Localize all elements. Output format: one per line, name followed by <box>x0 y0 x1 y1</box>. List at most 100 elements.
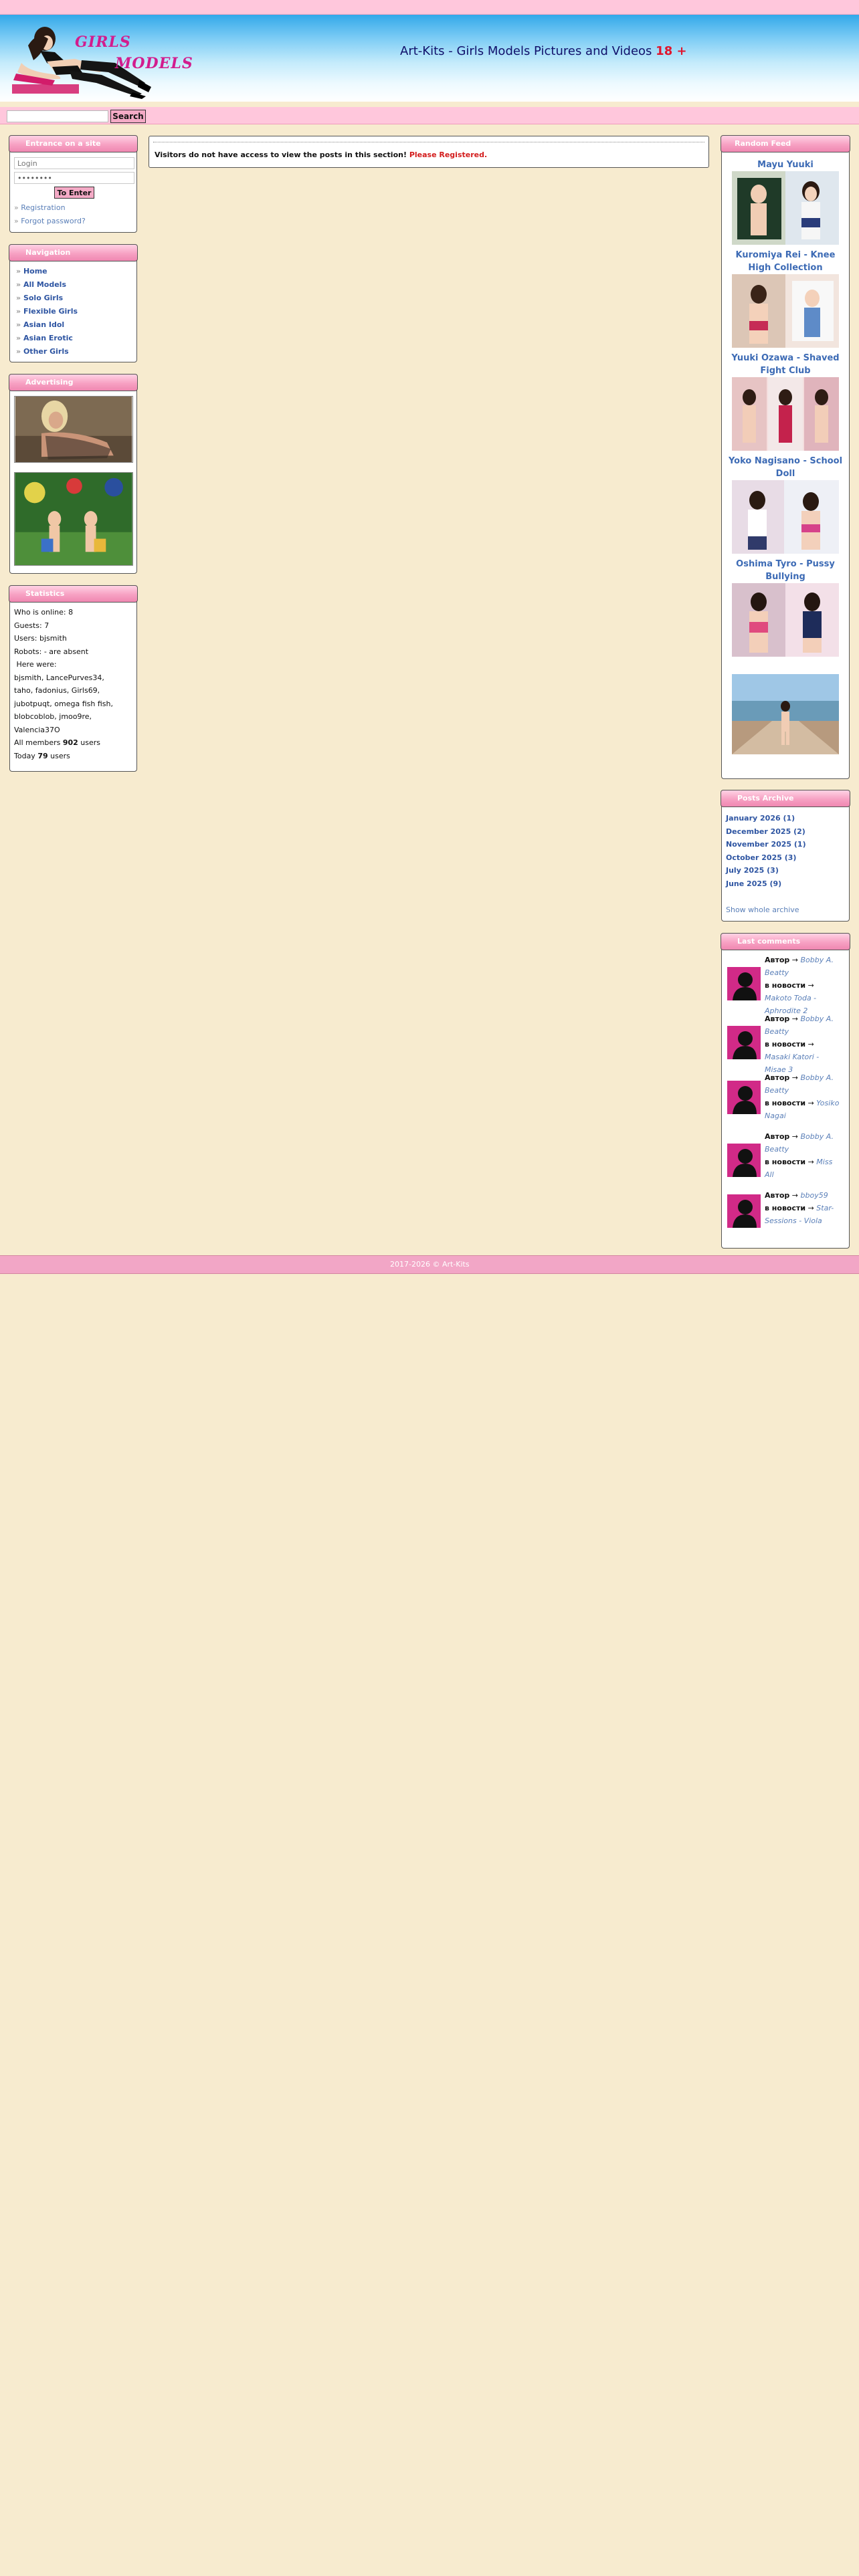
comment-author-link[interactable]: bboy59 <box>801 1191 828 1200</box>
site-title-text: Art-Kits - Girls Models Pictures and Vid… <box>400 44 656 58</box>
random-post-thumbnail[interactable] <box>732 274 839 348</box>
comment-author-label: Автор <box>765 1014 790 1023</box>
nav-item-all-models[interactable]: » All Models <box>16 278 132 292</box>
comment-news-label: в новости <box>765 1099 806 1107</box>
advertising-banner-2[interactable] <box>14 472 133 566</box>
login-block-title: Entrance on a site <box>9 135 138 152</box>
stat-users: Users: bjsmith <box>14 634 67 643</box>
archive-month-link[interactable]: July 2025 (3) <box>726 864 845 877</box>
arrow-icon: → <box>791 1132 798 1141</box>
comment-item: Автор → Bobby A. Beatty в новости → Miss … <box>727 1130 846 1189</box>
stat-visitors: taho, fadonius, Girls69, <box>14 686 100 695</box>
stat-label: users <box>47 751 70 760</box>
copyright-text: 2017-2026 © Art-Kits <box>390 1260 470 1269</box>
archive-month-link[interactable]: January 2026 (1) <box>726 812 845 825</box>
comment-news-label: в новости <box>765 1040 806 1049</box>
access-notice-text: Visitors do not have access to view the … <box>153 142 704 159</box>
forgot-password-label: Forgot password? <box>21 217 86 225</box>
stat-label: Today <box>14 751 38 760</box>
nav-item-asian-erotic[interactable]: » Asian Erotic <box>16 332 132 345</box>
comment-author-label: Автор <box>765 956 790 964</box>
comment-news-label: в новости <box>765 981 806 990</box>
nav-item-asian-idol[interactable]: » Asian Idol <box>16 318 132 332</box>
registration-label: Registration <box>21 203 66 212</box>
comment-item: Автор → Bobby A. Beatty в новости → Yosik… <box>727 1071 846 1130</box>
svg-text:MODELS: MODELS <box>114 55 193 72</box>
stat-visitors: Valencia37O <box>14 725 60 734</box>
comment-text: Автор → Bobby A. Beatty в новости → Yosik… <box>765 1071 842 1122</box>
nav-item-label: Other Girls <box>23 347 69 356</box>
comment-author-label: Автор <box>765 1073 790 1082</box>
nav-item-home[interactable]: » Home <box>16 265 132 278</box>
advertising-banner-1[interactable] <box>14 396 133 463</box>
forgot-password-link[interactable]: » Forgot password? <box>14 215 132 228</box>
comment-text: Автор → Bobby A. Beatty в новости → Makot… <box>765 954 842 1017</box>
logo-text: GIRLS <box>75 33 131 51</box>
comment-news-label: в новости <box>765 1204 806 1212</box>
random-post-thumbnail[interactable] <box>732 583 839 657</box>
comment-text: Автор → bboy59 в новости → Star-Sessions … <box>765 1189 842 1227</box>
site-header: GIRLS MODELS Art-Kits - Girls Models Pic… <box>0 15 859 102</box>
arrow-icon: → <box>791 956 798 964</box>
bullet-icon: » <box>16 267 21 276</box>
stat-visitors: blobcoblob, jmoo9re, <box>14 712 92 721</box>
archive-month-link[interactable]: November 2025 (1) <box>726 838 845 851</box>
stat-today: Today 79 users <box>14 750 132 763</box>
login-submit-button[interactable]: To Enter <box>54 187 94 199</box>
search-button[interactable]: Search <box>110 110 146 123</box>
comment-author-label: Автор <box>765 1191 790 1200</box>
show-whole-archive-link[interactable]: Show whole archive <box>726 903 845 917</box>
registration-link[interactable]: » Registration <box>14 201 132 215</box>
nav-item-solo-girls[interactable]: » Solo Girls <box>16 292 132 305</box>
stat-all-members: All members 902 users <box>14 736 132 750</box>
random-post-title[interactable]: Mayu Yuuki <box>725 158 846 171</box>
stat-value: 902 <box>62 738 78 747</box>
comment-news-label: в новости <box>765 1158 806 1166</box>
nav-item-label: Home <box>23 267 47 276</box>
statistics-block-title: Statistics <box>9 585 138 603</box>
arrow-icon: → <box>791 1073 798 1082</box>
bullet-icon: » <box>16 320 21 329</box>
archive-month-link[interactable]: December 2025 (2) <box>726 825 845 839</box>
comment-author-label: Автор <box>765 1132 790 1141</box>
bullet-icon: » <box>14 203 19 212</box>
arrow-icon: → <box>807 1204 814 1212</box>
last-comments-title: Last comments <box>721 933 850 950</box>
random-feed-title: Random Feed <box>721 135 850 152</box>
site-logo[interactable]: GIRLS MODELS <box>8 19 202 99</box>
comment-item: Автор → bboy59 в новости → Star-Sessions … <box>727 1189 846 1248</box>
last-comments-block: Last comments Автор → Bobby A. Beatty в н… <box>721 933 850 1249</box>
top-strip <box>0 0 859 15</box>
arrow-icon: → <box>807 1158 814 1166</box>
bullet-icon: » <box>16 334 21 342</box>
search-bar: Search <box>0 107 859 124</box>
comments-list: Автор → Bobby A. Beatty в новости → Makot… <box>727 954 846 1248</box>
archive-month-link[interactable]: June 2025 (9) <box>726 877 845 891</box>
navigation-block-title: Navigation <box>9 244 138 261</box>
advertising-block: Advertising <box>9 374 138 574</box>
random-post-thumbnail[interactable] <box>732 377 839 451</box>
stat-visitors: jubotpuqt, omega fish fish, <box>14 699 113 708</box>
random-post-title[interactable]: Oshima Tyro - Pussy Bullying <box>725 558 846 583</box>
arrow-icon: → <box>807 1040 814 1049</box>
nav-item-label: Solo Girls <box>23 294 64 302</box>
comment-text: Автор → Bobby A. Beatty в новости → Miss … <box>765 1130 842 1181</box>
user-avatar-icon <box>727 1026 761 1059</box>
random-feed-block: Random Feed Mayu Yuuki Kuromiya Rei - Kn… <box>721 135 850 779</box>
nav-item-other-girls[interactable]: » Other Girls <box>16 345 132 358</box>
random-post-title[interactable]: Kuromiya Rei - Knee High Collection <box>725 249 846 274</box>
random-post-title[interactable]: Yoko Nagisano - School Doll <box>725 455 846 480</box>
search-input[interactable] <box>7 110 108 122</box>
nav-item-flexible-girls[interactable]: » Flexible Girls <box>16 305 132 318</box>
random-post-thumbnail[interactable] <box>732 171 839 245</box>
password-field[interactable] <box>14 172 134 184</box>
random-post-thumbnail[interactable] <box>732 480 839 554</box>
archive-month-link[interactable]: October 2025 (3) <box>726 851 845 865</box>
random-post-title[interactable]: Yuuki Ozawa - Shaved Fight Club <box>725 352 846 377</box>
register-link[interactable]: Please Registered. <box>409 150 487 159</box>
login-field[interactable] <box>14 157 134 169</box>
bullet-icon: » <box>16 294 21 302</box>
stat-guests: Guests: 7 <box>14 621 50 630</box>
random-post-thumbnail[interactable] <box>732 674 839 754</box>
arrow-icon: → <box>807 1099 814 1107</box>
